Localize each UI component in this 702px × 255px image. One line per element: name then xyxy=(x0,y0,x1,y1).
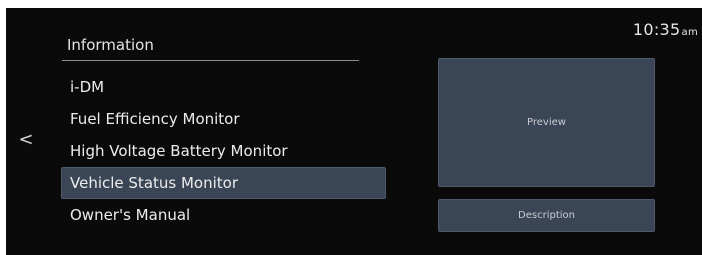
preview-panel: Preview xyxy=(438,58,655,187)
information-menu: i-DM Fuel Efficiency Monitor High Voltag… xyxy=(61,71,386,231)
clock-time: 10:35 xyxy=(632,20,681,39)
clock-ampm: am xyxy=(681,27,698,38)
menu-item-owners-manual[interactable]: Owner's Manual xyxy=(61,199,386,231)
description-label: Description xyxy=(518,210,575,221)
menu-item-fuel-efficiency-monitor[interactable]: Fuel Efficiency Monitor xyxy=(61,103,386,135)
menu-item-high-voltage-battery-monitor[interactable]: High Voltage Battery Monitor xyxy=(61,135,386,167)
infotainment-screen: 10:35am < Information i-DM Fuel Efficien… xyxy=(6,8,702,255)
preview-label: Preview xyxy=(527,117,566,128)
clock: 10:35am xyxy=(633,20,698,39)
menu-item-i-dm[interactable]: i-DM xyxy=(61,71,386,103)
back-arrow-icon[interactable]: < xyxy=(14,128,38,152)
page-title: Information xyxy=(67,36,154,54)
menu-item-vehicle-status-monitor[interactable]: Vehicle Status Monitor xyxy=(61,167,386,199)
description-button[interactable]: Description xyxy=(438,199,655,232)
title-divider xyxy=(62,60,359,61)
